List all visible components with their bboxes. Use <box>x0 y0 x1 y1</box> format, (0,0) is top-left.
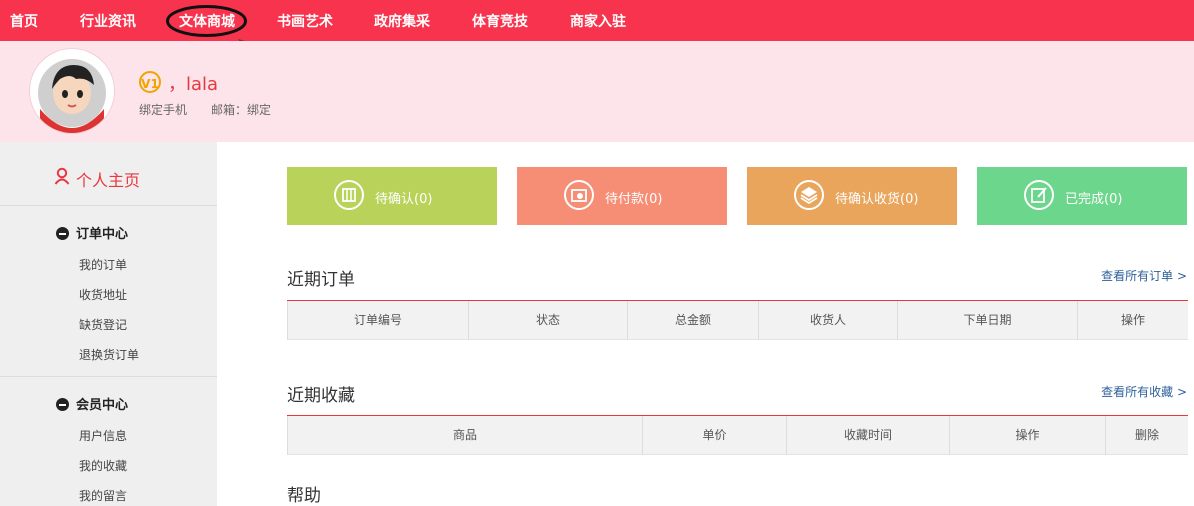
nav-item-calligraphy-art[interactable]: 书画艺术 <box>277 11 333 31</box>
column-header: 收藏时间 <box>786 416 949 455</box>
user-greeting: ，lala <box>168 74 219 95</box>
column-header: 删除 <box>1105 416 1188 455</box>
sidebar-item-my-orders[interactable]: 我的订单 <box>79 256 127 273</box>
column-header: 操作 <box>1077 301 1188 340</box>
status-pending-receipt-label: 待确认收货(0) <box>835 192 919 207</box>
sidebar-home[interactable]: 个人主页 <box>0 142 217 206</box>
avatar[interactable] <box>30 49 114 133</box>
view-all-favorites-link[interactable]: 查看所有收藏 > <box>1101 383 1187 400</box>
wallet-icon <box>564 180 594 210</box>
minus-circle-icon <box>56 398 69 411</box>
recent-orders-title: 近期订单 <box>287 270 355 290</box>
recent-favorites-title: 近期收藏 <box>287 386 355 406</box>
status-pending-payment-label: 待付款(0) <box>605 192 663 207</box>
box-icon <box>794 180 824 210</box>
column-header: 总金额 <box>627 301 758 340</box>
column-header: 操作 <box>949 416 1105 455</box>
minus-circle-icon <box>56 227 69 240</box>
column-header: 订单编号 <box>287 301 468 340</box>
profile-header: V1 ，lala 绑定手机 邮箱：绑定 <box>0 41 1194 142</box>
status-pending-payment[interactable]: 待付款(0) <box>517 167 727 225</box>
help-title: 帮助 <box>287 486 321 506</box>
nav-item-government-procurement[interactable]: 政府集采 <box>374 11 430 31</box>
sidebar-divider <box>0 376 217 377</box>
member-level-badge: V1 <box>139 71 161 93</box>
nav-item-sports-culture-mall[interactable]: 文体商城 <box>179 11 235 31</box>
column-header: 收货人 <box>758 301 897 340</box>
sidebar-item-stockout-registration[interactable]: 缺货登记 <box>79 316 127 333</box>
column-header: 商品 <box>287 416 642 455</box>
bag-icon <box>334 180 364 210</box>
sidebar-item-shipping-address[interactable]: 收货地址 <box>79 286 127 303</box>
column-header: 单价 <box>642 416 786 455</box>
status-pending-confirm-label: 待确认(0) <box>375 192 433 207</box>
edit-check-icon <box>1024 180 1054 210</box>
column-header: 状态 <box>468 301 627 340</box>
sidebar-item-return-orders[interactable]: 退换货订单 <box>79 346 139 363</box>
status-pending-receipt[interactable]: 待确认收货(0) <box>747 167 957 225</box>
status-pending-confirm[interactable]: 待确认(0) <box>287 167 497 225</box>
sidebar-item-my-messages[interactable]: 我的留言 <box>79 487 127 504</box>
status-completed-label: 已完成(0) <box>1065 192 1123 207</box>
sidebar: 个人主页 订单中心 我的订单 收货地址 缺货登记 退换货订单 会员中心 用户信息… <box>0 142 217 506</box>
recent-orders-table-header: 订单编号 状态 总金额 收货人 下单日期 操作 <box>287 300 1188 340</box>
view-all-orders-link[interactable]: 查看所有订单 > <box>1101 267 1187 284</box>
nav-item-merchant-join[interactable]: 商家入驻 <box>570 11 626 31</box>
nav-item-home[interactable]: 首页 <box>10 11 38 31</box>
member-center-title: 会员中心 <box>76 398 129 413</box>
order-center-title: 订单中心 <box>76 227 129 242</box>
user-icon <box>54 167 70 185</box>
sidebar-section-order-center: 订单中心 <box>56 223 128 242</box>
column-header: 下单日期 <box>897 301 1077 340</box>
sidebar-section-member-center: 会员中心 <box>56 394 128 413</box>
recent-favorites-table-header: 商品 单价 收藏时间 操作 删除 <box>287 415 1188 455</box>
sidebar-item-my-favorites[interactable]: 我的收藏 <box>79 457 127 474</box>
nav-item-sports-competition[interactable]: 体育竞技 <box>472 11 528 31</box>
top-nav: 首页 行业资讯 文体商城 书画艺术 政府集采 体育竞技 商家入驻 <box>0 0 1194 41</box>
bind-phone-link[interactable]: 绑定手机 <box>139 101 187 118</box>
email-bind-link[interactable]: 邮箱：绑定 <box>211 101 271 118</box>
sidebar-item-user-info[interactable]: 用户信息 <box>79 427 127 444</box>
status-completed[interactable]: 已完成(0) <box>977 167 1187 225</box>
nav-item-industry-news[interactable]: 行业资讯 <box>80 11 136 31</box>
sidebar-home-label: 个人主页 <box>76 171 141 190</box>
